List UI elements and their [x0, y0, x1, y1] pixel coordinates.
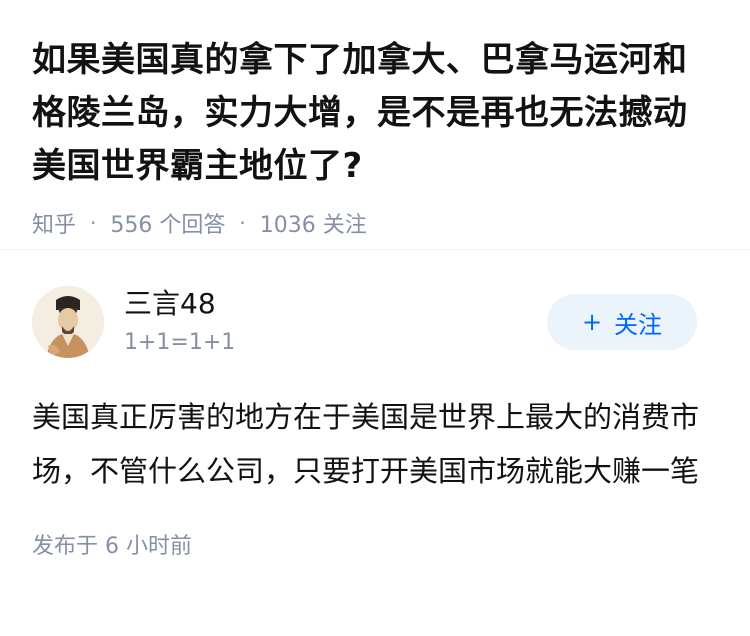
- question-meta: 知乎 · 556 个回答 · 1036 关注: [32, 207, 718, 239]
- author-name[interactable]: 三言48: [124, 287, 547, 321]
- answer-card: 三言48 1+1=1+1 + 关注 美国真正厉害的地方在于美国是世界上最大的消费…: [0, 250, 750, 560]
- publish-time: 发布于 6 小时前: [32, 534, 192, 559]
- author-bio: 1+1=1+1: [124, 330, 236, 355]
- author-row: 三言48 1+1=1+1 + 关注: [32, 284, 718, 360]
- meta-separator: ·: [90, 211, 97, 235]
- answers-count[interactable]: 556 个回答: [110, 207, 225, 239]
- answer-content[interactable]: 美国真正厉害的地方在于美国是世界上最大的消费市场，不管什么公司，只要打开美国市场…: [32, 390, 718, 498]
- meta-separator: ·: [239, 211, 246, 235]
- plus-icon: +: [581, 308, 603, 336]
- source-label[interactable]: 知乎: [32, 207, 76, 239]
- followers-count[interactable]: 1036 关注: [260, 207, 367, 239]
- question-title[interactable]: 如果美国真的拿下了加拿大、巴拿马运河和格陵兰岛，实力大增，是不是再也无法撼动美国…: [32, 34, 718, 193]
- follow-button[interactable]: + 关注: [547, 294, 697, 350]
- follow-label: 关注: [614, 310, 663, 339]
- question-header: 如果美国真的拿下了加拿大、巴拿马运河和格陵兰岛，实力大增，是不是再也无法撼动美国…: [0, 0, 750, 250]
- avatar[interactable]: [32, 286, 104, 358]
- author-info: 三言48 1+1=1+1: [124, 287, 547, 357]
- avatar-portrait-icon: [32, 286, 104, 358]
